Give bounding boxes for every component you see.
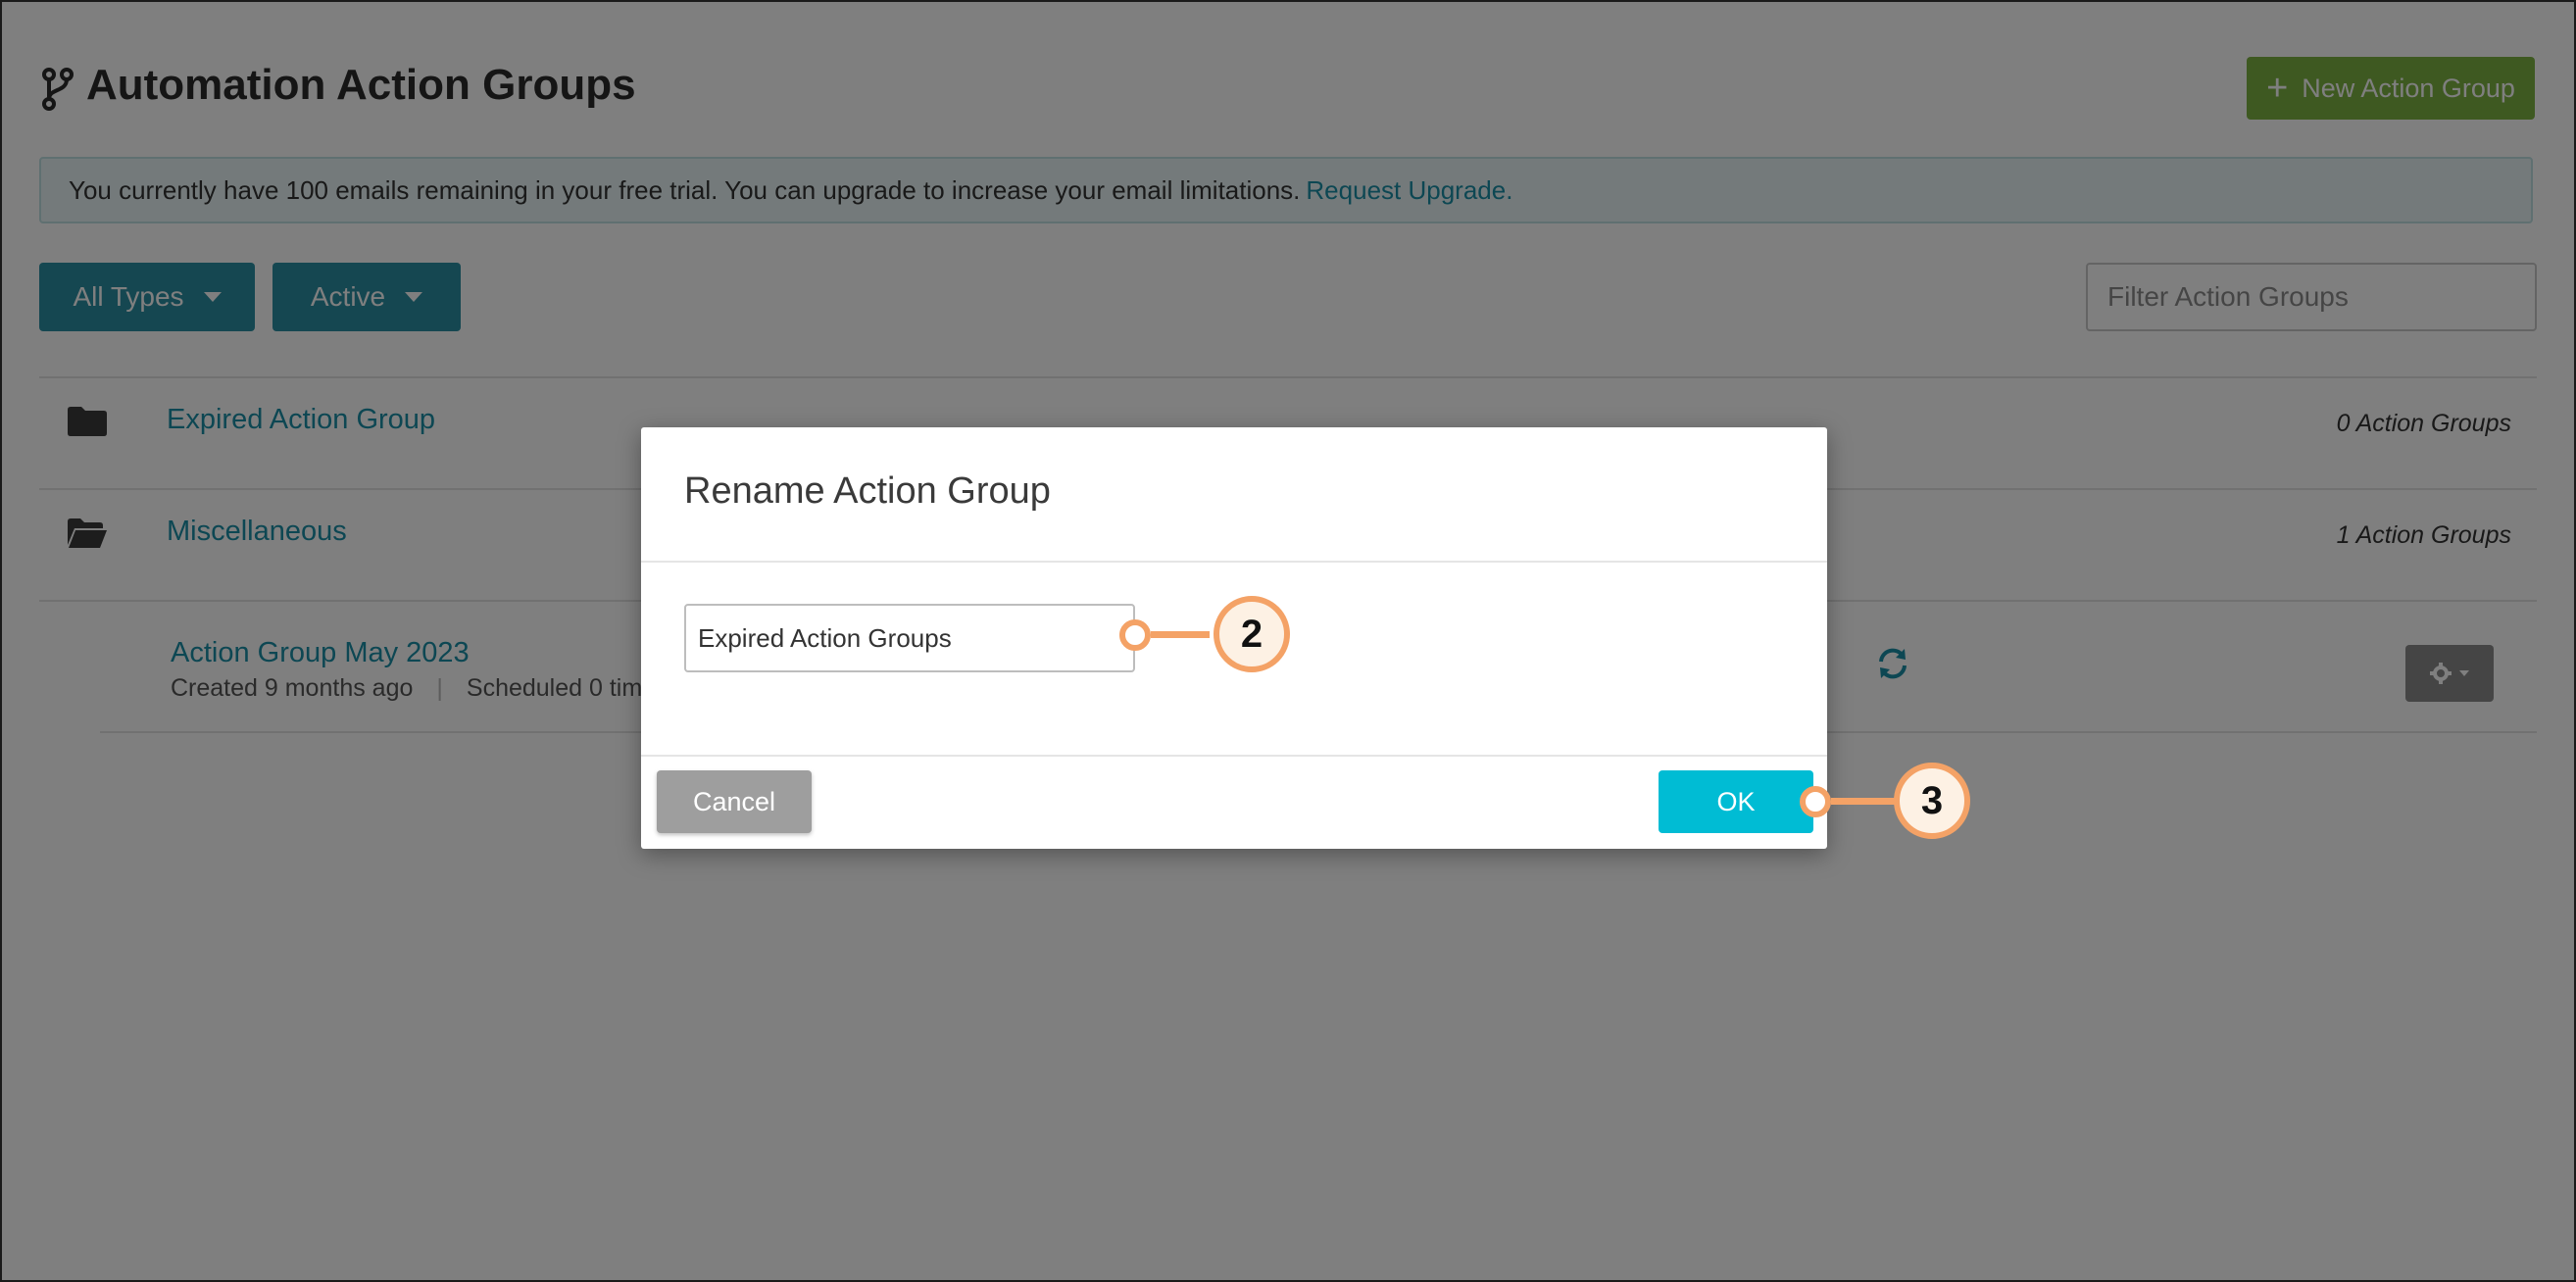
step-badge-3: 3 [1894, 763, 1970, 839]
modal-footer-divider [641, 755, 1827, 757]
app-frame: Automation Action Groups + New Action Gr… [0, 0, 2576, 1282]
modal-header-divider [641, 561, 1827, 563]
step-badge-2: 2 [1214, 596, 1290, 672]
cancel-button[interactable]: Cancel [657, 770, 812, 833]
callout-line [1831, 798, 1900, 805]
callout-dot [1119, 619, 1151, 651]
callout-dot [1800, 786, 1831, 817]
rename-input[interactable] [684, 604, 1135, 672]
ok-button[interactable]: OK [1659, 770, 1813, 833]
modal-title: Rename Action Group [684, 470, 1051, 512]
callout-line [1151, 631, 1210, 638]
